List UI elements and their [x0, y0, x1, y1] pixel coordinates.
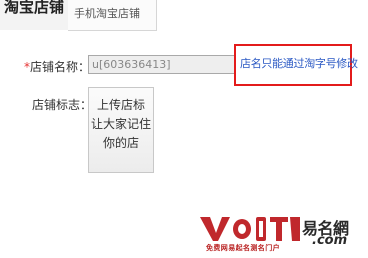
shop-logo-label: 店铺标志： [32, 98, 93, 112]
shop-name-input[interactable]: u[603636413] [88, 55, 236, 74]
watermark-domain: .com [312, 233, 348, 248]
watermark-slogan: 免费网易起名测名门户 [206, 244, 280, 252]
watermark-logo: 易名網 .com 免费网易起名测名门户 [196, 213, 364, 255]
upload-line-1: 上传店标 [96, 98, 145, 112]
shop-name-hint-link[interactable]: 店名只能通过淘字号修改 [240, 55, 358, 71]
tab-mobile-taobao-shop[interactable]: 手机淘宝店铺 [68, 0, 157, 31]
shop-name-label: *店铺名称： [24, 58, 90, 75]
watermark-emblem-icon [200, 217, 300, 241]
upload-logo-button[interactable]: 上传店标 让大家记住 你的店 [88, 87, 154, 173]
tab-taobao-shop[interactable]: 淘宝店铺 [0, 0, 69, 30]
tab-mobile-taobao-shop-label: 手机淘宝店铺 [74, 7, 140, 20]
shop-name-label-text: 店铺名称： [30, 60, 91, 74]
upload-line-2: 让大家记住 [90, 117, 151, 131]
tab-strip: 淘宝店铺 手机淘宝店铺 [0, 0, 368, 31]
upload-line-3: 你的店 [102, 136, 139, 150]
hint-highlight-box: 店名只能通过淘字号修改 [234, 44, 358, 86]
tab-taobao-shop-label: 淘宝店铺 [4, 0, 65, 16]
upload-logo-text: 上传店标 让大家记住 你的店 [89, 96, 153, 153]
